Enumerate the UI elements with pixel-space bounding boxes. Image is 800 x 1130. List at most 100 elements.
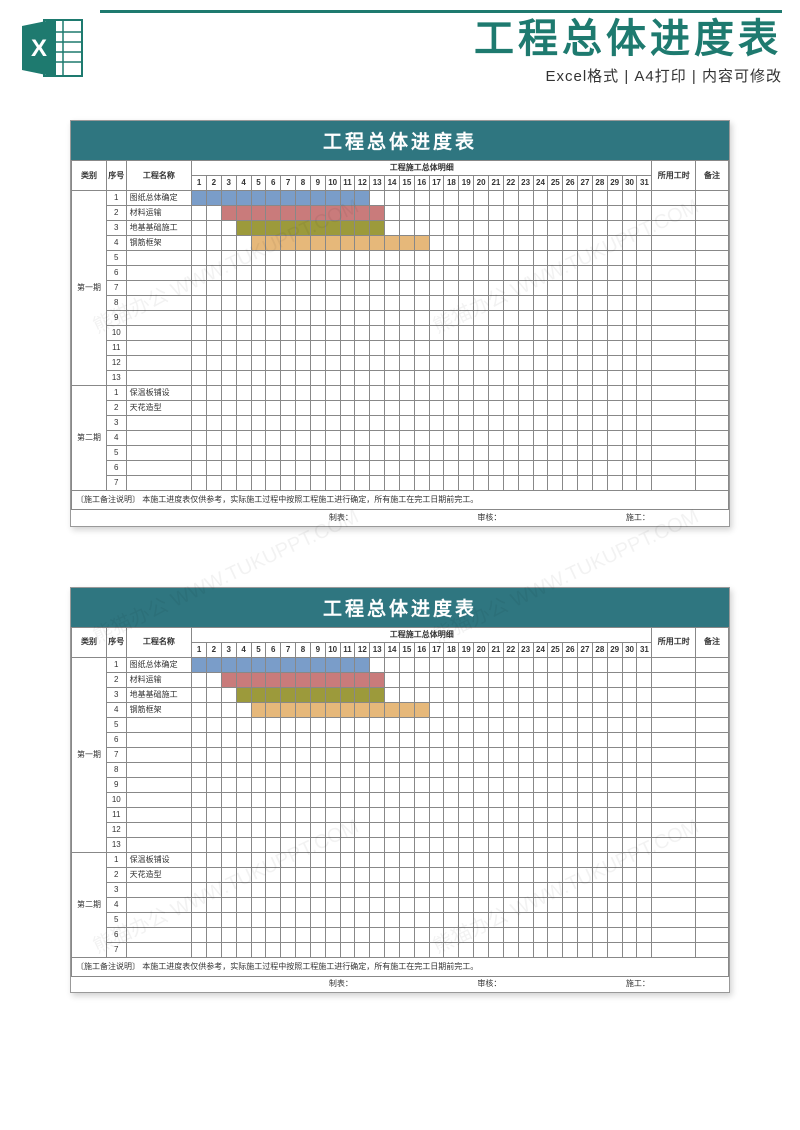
table-row: 5 [72,446,729,461]
gantt-bar-cell [251,236,266,251]
phase-label: 第一期 [72,657,107,852]
gantt-bar-cell [340,236,355,251]
note-text: 〔施工备注说明〕 本施工进度表仅供参考，实际施工过程中按照工程施工进行确定，所有… [72,957,729,976]
gantt-bar-cell [251,191,266,206]
gantt-bar-cell [221,191,236,206]
gantt-bar-cell [236,687,251,702]
gantt-bar-cell [325,221,340,236]
table-row: 4 [72,897,729,912]
table-row: 第一期1图纸总体确定 [72,191,729,206]
gantt-bar-cell [414,236,429,251]
table-row: 5 [72,251,729,266]
gantt-bar-cell [281,657,296,672]
footer-maker: 制表： [266,976,355,992]
gantt-bar-cell [296,702,311,717]
gantt-bar-cell [370,236,385,251]
gantt-bar-cell [340,206,355,221]
gantt-bar-cell [206,657,221,672]
gantt-bar-cell [251,702,266,717]
gantt-bar-cell [355,657,370,672]
gantt-bar-cell [355,191,370,206]
gantt-bar-cell [251,687,266,702]
gantt-bar-cell [266,206,281,221]
gantt-bar-cell [296,191,311,206]
table-row: 8 [72,762,729,777]
footer-builder: 施工： [563,510,652,526]
gantt-bar-cell [325,672,340,687]
gantt-bar-cell [399,236,414,251]
gantt-bar-cell [370,702,385,717]
gantt-bar-cell [370,672,385,687]
gantt-bar-cell [296,206,311,221]
gantt-bar-cell [310,236,325,251]
table-row: 6 [72,461,729,476]
sheet-title: 工程总体进度表 [71,121,729,160]
gantt-bar-cell [340,657,355,672]
gantt-bar-cell [310,206,325,221]
gantt-bar-cell [236,657,251,672]
excel-icon: X [18,14,86,82]
gantt-bar-cell [236,206,251,221]
gantt-bar-cell [385,702,400,717]
table-row: 2材料运输 [72,206,729,221]
gantt-bar-cell [296,657,311,672]
gantt-bar-cell [325,687,340,702]
table-row: 13 [72,837,729,852]
gantt-bar-cell [310,191,325,206]
gantt-bar-cell [266,657,281,672]
table-row: 7 [72,747,729,762]
svg-text:X: X [31,35,47,62]
footer-builder: 施工： [563,976,652,992]
table-row: 4钢筋框架 [72,702,729,717]
page-subtitle: Excel格式 | A4打印 | 内容可修改 [100,65,782,86]
gantt-bar-cell [355,221,370,236]
gantt-bar-cell [281,687,296,702]
table-row: 9 [72,777,729,792]
gantt-bar-cell [370,221,385,236]
table-row: 2天花造型 [72,401,729,416]
table-row: 4钢筋框架 [72,236,729,251]
table-row: 11 [72,341,729,356]
gantt-bar-cell [296,236,311,251]
gantt-bar-cell [355,702,370,717]
table-row: 3 [72,416,729,431]
page-title: 工程总体进度表 [100,17,782,61]
gantt-bar-cell [340,672,355,687]
table-row: 6 [72,732,729,747]
page-header: X 工程总体进度表 Excel格式 | A4打印 | 内容可修改 [0,0,800,92]
table-row: 12 [72,356,729,371]
gantt-bar-cell [251,206,266,221]
table-row: 3地基基础施工 [72,687,729,702]
gantt-bar-cell [192,191,207,206]
table-row: 5 [72,912,729,927]
gantt-bar-cell [340,687,355,702]
table-row: 7 [72,281,729,296]
table-row: 13 [72,371,729,386]
sheet-preview-1: 工程总体进度表类别序号工程名称工程施工总体明细所用工时备注12345678910… [70,120,730,527]
footer-reviewer: 审核： [414,510,503,526]
gantt-bar-cell [281,672,296,687]
gantt-bar-cell [296,687,311,702]
gantt-bar-cell [266,221,281,236]
gantt-bar-cell [325,206,340,221]
gantt-bar-cell [251,672,266,687]
gantt-bar-cell [399,702,414,717]
gantt-bar-cell [236,221,251,236]
table-row: 4 [72,431,729,446]
gantt-bar-cell [281,191,296,206]
table-row: 7 [72,942,729,957]
gantt-bar-cell [206,191,221,206]
gantt-bar-cell [221,657,236,672]
gantt-bar-cell [370,206,385,221]
gantt-bar-cell [251,657,266,672]
gantt-table: 类别序号工程名称工程施工总体明细所用工时备注123456789101112131… [71,627,729,993]
gantt-table: 类别序号工程名称工程施工总体明细所用工时备注123456789101112131… [71,160,729,526]
gantt-bar-cell [310,672,325,687]
gantt-bar-cell [355,672,370,687]
gantt-bar-cell [310,221,325,236]
gantt-bar-cell [325,657,340,672]
table-row: 第二期1保温板铺设 [72,852,729,867]
gantt-bar-cell [325,702,340,717]
gantt-bar-cell [355,236,370,251]
sheet-preview-2: 工程总体进度表类别序号工程名称工程施工总体明细所用工时备注12345678910… [70,587,730,994]
